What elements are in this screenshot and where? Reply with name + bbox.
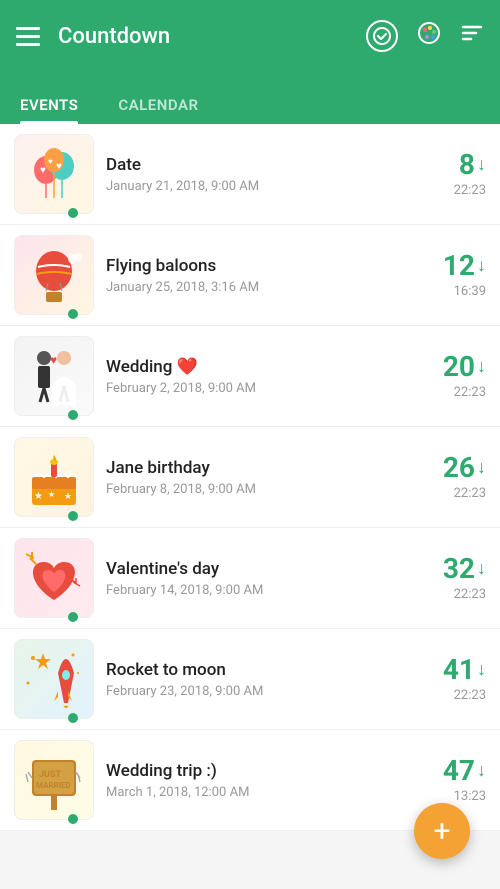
svg-text:★: ★ xyxy=(48,490,55,499)
countdown-time: 16:39 xyxy=(416,284,486,299)
countdown-days: 12↓ xyxy=(416,252,486,280)
event-countdown: 32↓ 22:23 xyxy=(416,555,486,602)
event-countdown: 47↓ 13:23 xyxy=(416,757,486,804)
countdown-days: 26↓ xyxy=(416,454,486,482)
svg-text:♥: ♥ xyxy=(56,161,62,172)
palette-icon[interactable] xyxy=(416,20,442,52)
countdown-days: 20↓ xyxy=(416,353,486,381)
list-item[interactable]: Flying baloons January 25, 2018, 3:16 AM… xyxy=(0,225,500,326)
app-title: Countdown xyxy=(58,24,170,49)
event-date: February 8, 2018, 9:00 AM xyxy=(106,482,404,497)
event-status-dot xyxy=(68,511,78,521)
event-info: Jane birthday February 8, 2018, 9:00 AM xyxy=(94,458,416,497)
event-name: Valentine's day xyxy=(106,559,404,579)
svg-text:MARRIED: MARRIED xyxy=(36,781,71,790)
svg-text:♥: ♥ xyxy=(50,353,57,367)
countdown-days: 41↓ xyxy=(416,656,486,684)
event-info: Flying baloons January 25, 2018, 3:16 AM xyxy=(94,256,416,295)
event-info: Wedding ❤️ February 2, 2018, 9:00 AM xyxy=(94,357,416,396)
tab-events[interactable]: EVENTS xyxy=(20,96,78,124)
event-thumbnail xyxy=(14,538,94,618)
list-item[interactable]: Valentine's day February 14, 2018, 9:00 … xyxy=(0,528,500,629)
event-thumbnail xyxy=(14,235,94,315)
countdown-time: 22:23 xyxy=(416,688,486,703)
svg-text:♥: ♥ xyxy=(48,157,53,166)
list-item[interactable]: ♥ ♥ ♥ Date January 21, 2018, 9:00 AM 8↓ … xyxy=(0,124,500,225)
svg-text:♥: ♥ xyxy=(40,165,46,176)
countdown-days: 47↓ xyxy=(416,757,486,785)
event-date: March 1, 2018, 12:00 AM xyxy=(106,785,404,800)
event-name: Wedding trip :) xyxy=(106,761,404,781)
menu-icon[interactable] xyxy=(16,27,40,46)
event-date: February 2, 2018, 9:00 AM xyxy=(106,381,404,396)
event-thumbnail: JUST MARRIED xyxy=(14,740,94,820)
event-thumbnail xyxy=(14,639,94,719)
event-name: Flying baloons xyxy=(106,256,404,276)
event-name: Wedding ❤️ xyxy=(106,357,404,377)
countdown-time: 22:23 xyxy=(416,486,486,501)
header-right xyxy=(366,20,484,52)
check-icon[interactable] xyxy=(366,20,398,52)
event-info: Rocket to moon February 23, 2018, 9:00 A… xyxy=(94,660,416,699)
event-countdown: 8↓ 22:23 xyxy=(416,151,486,198)
event-info: Valentine's day February 14, 2018, 9:00 … xyxy=(94,559,416,598)
countdown-time: 22:23 xyxy=(416,183,486,198)
countdown-time: 22:23 xyxy=(416,385,486,400)
add-event-button[interactable]: + xyxy=(414,803,470,859)
tab-bar: EVENTS CALENDAR xyxy=(0,72,500,124)
event-countdown: 20↓ 22:23 xyxy=(416,353,486,400)
header-left: Countdown xyxy=(16,24,170,49)
event-name: Rocket to moon xyxy=(106,660,404,680)
event-date: February 23, 2018, 9:00 AM xyxy=(106,684,404,699)
countdown-days: 8↓ xyxy=(416,151,486,179)
tab-calendar[interactable]: CALENDAR xyxy=(118,96,198,124)
app-header: Countdown xyxy=(0,0,500,72)
events-list: ♥ ♥ ♥ Date January 21, 2018, 9:00 AM 8↓ … xyxy=(0,124,500,831)
event-date: January 25, 2018, 3:16 AM xyxy=(106,280,404,295)
event-countdown: 12↓ 16:39 xyxy=(416,252,486,299)
event-date: January 21, 2018, 9:00 AM xyxy=(106,179,404,194)
event-thumbnail: ♥ xyxy=(14,336,94,416)
event-status-dot xyxy=(68,410,78,420)
event-name: Date xyxy=(106,155,404,175)
event-date: February 14, 2018, 9:00 AM xyxy=(106,583,404,598)
event-thumbnail: ♥ ♥ ♥ xyxy=(14,134,94,214)
list-item[interactable]: ♥ Wedding ❤️ February 2, 2018, 9:00 AM 2… xyxy=(0,326,500,427)
event-status-dot xyxy=(68,208,78,218)
svg-text:★: ★ xyxy=(64,492,72,502)
event-status-dot xyxy=(68,612,78,622)
countdown-time: 13:23 xyxy=(416,789,486,804)
event-status-dot xyxy=(68,713,78,723)
event-info: Wedding trip :) March 1, 2018, 12:00 AM xyxy=(94,761,416,800)
list-item[interactable]: ★ ★ ★ Jane birthday February 8, 2018, 9:… xyxy=(0,427,500,528)
event-name: Jane birthday xyxy=(106,458,404,478)
event-countdown: 41↓ 22:23 xyxy=(416,656,486,703)
event-status-dot xyxy=(68,309,78,319)
event-status-dot xyxy=(68,814,78,824)
sort-icon[interactable] xyxy=(460,21,484,51)
countdown-time: 22:23 xyxy=(416,587,486,602)
event-thumbnail: ★ ★ ★ xyxy=(14,437,94,517)
event-countdown: 26↓ 22:23 xyxy=(416,454,486,501)
svg-text:JUST: JUST xyxy=(39,770,62,780)
event-info: Date January 21, 2018, 9:00 AM xyxy=(94,155,416,194)
svg-text:★: ★ xyxy=(34,491,43,502)
list-item[interactable]: Rocket to moon February 23, 2018, 9:00 A… xyxy=(0,629,500,730)
countdown-days: 32↓ xyxy=(416,555,486,583)
